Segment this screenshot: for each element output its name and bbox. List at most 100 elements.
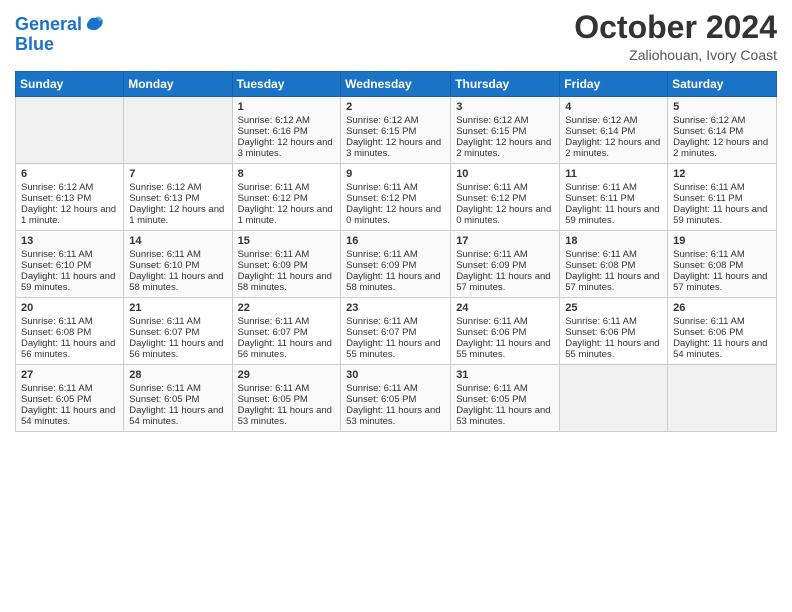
day-number: 31 — [456, 369, 554, 381]
logo-text-line1: General — [15, 15, 82, 35]
col-header-saturday: Saturday — [668, 72, 777, 97]
sunrise-text: Sunrise: 6:11 AM — [346, 249, 445, 260]
calendar-cell: 27Sunrise: 6:11 AMSunset: 6:05 PMDayligh… — [16, 365, 124, 432]
daylight-text: Daylight: 12 hours and 3 minutes. — [238, 137, 336, 159]
sunrise-text: Sunrise: 6:11 AM — [565, 249, 662, 260]
daylight-text: Daylight: 11 hours and 58 minutes. — [238, 271, 336, 293]
daylight-text: Daylight: 11 hours and 57 minutes. — [673, 271, 771, 293]
sunset-text: Sunset: 6:14 PM — [565, 126, 662, 137]
calendar-cell: 6Sunrise: 6:12 AMSunset: 6:13 PMDaylight… — [16, 164, 124, 231]
col-header-sunday: Sunday — [16, 72, 124, 97]
sunrise-text: Sunrise: 6:11 AM — [346, 383, 445, 394]
sunrise-text: Sunrise: 6:11 AM — [456, 182, 554, 193]
day-number: 30 — [346, 369, 445, 381]
week-row-1: 1Sunrise: 6:12 AMSunset: 6:16 PMDaylight… — [16, 97, 777, 164]
sunrise-text: Sunrise: 6:11 AM — [21, 383, 118, 394]
sunrise-text: Sunrise: 6:11 AM — [673, 316, 771, 327]
calendar-cell — [124, 97, 232, 164]
week-row-2: 6Sunrise: 6:12 AMSunset: 6:13 PMDaylight… — [16, 164, 777, 231]
daylight-text: Daylight: 11 hours and 57 minutes. — [456, 271, 554, 293]
daylight-text: Daylight: 11 hours and 54 minutes. — [673, 338, 771, 360]
sunset-text: Sunset: 6:07 PM — [346, 327, 445, 338]
calendar-table: SundayMondayTuesdayWednesdayThursdayFrid… — [15, 71, 777, 432]
day-number: 28 — [129, 369, 226, 381]
sunrise-text: Sunrise: 6:11 AM — [565, 316, 662, 327]
calendar-cell: 14Sunrise: 6:11 AMSunset: 6:10 PMDayligh… — [124, 231, 232, 298]
sunset-text: Sunset: 6:14 PM — [673, 126, 771, 137]
calendar-cell: 22Sunrise: 6:11 AMSunset: 6:07 PMDayligh… — [232, 298, 341, 365]
day-number: 26 — [673, 302, 771, 314]
daylight-text: Daylight: 11 hours and 53 minutes. — [346, 405, 445, 427]
sunset-text: Sunset: 6:07 PM — [129, 327, 226, 338]
calendar-cell: 10 Sunrise: 6:11 AMSunset: 6:12 PMDayligh… — [451, 164, 560, 231]
sunset-text: Sunset: 6:15 PM — [346, 126, 445, 137]
calendar-cell: 8Sunrise: 6:11 AMSunset: 6:12 PMDaylight… — [232, 164, 341, 231]
calendar-cell: 19Sunrise: 6:11 AMSunset: 6:08 PMDayligh… — [668, 231, 777, 298]
sunset-text: Sunset: 6:10 PM — [129, 260, 226, 271]
sunset-text: Sunset: 6:08 PM — [565, 260, 662, 271]
calendar-cell: 28Sunrise: 6:11 AMSunset: 6:05 PMDayligh… — [124, 365, 232, 432]
day-number: 15 — [238, 235, 336, 247]
calendar-cell: 2 Sunrise: 6:12 AMSunset: 6:15 PMDaylight… — [341, 97, 451, 164]
col-header-thursday: Thursday — [451, 72, 560, 97]
sunrise-text: Sunrise: 6:11 AM — [346, 182, 445, 193]
calendar-cell: 15Sunrise: 6:11 AMSunset: 6:09 PMDayligh… — [232, 231, 341, 298]
sunrise-text: Sunrise: 6:11 AM — [673, 182, 771, 193]
calendar-cell: 3Sunrise: 6:12 AMSunset: 6:15 PMDaylight… — [451, 97, 560, 164]
daylight-text: Daylight: 11 hours and 56 minutes. — [129, 338, 226, 360]
calendar-cell: 30Sunrise: 6:11 AMSunset: 6:05 PMDayligh… — [341, 365, 451, 432]
day-number: 10 — [456, 168, 554, 180]
month-year-title: October 2024 — [574, 10, 777, 45]
day-number: 14 — [129, 235, 226, 247]
sunset-text: Sunset: 6:08 PM — [673, 260, 771, 271]
sunset-text: Sunset: 6:12 PM — [346, 193, 445, 204]
day-number: 2 — [346, 101, 445, 113]
day-number: 8 — [238, 168, 336, 180]
sunset-text: Sunset: 6:12 PM — [456, 193, 554, 204]
sunset-text: Sunset: 6:15 PM — [456, 126, 554, 137]
day-number: 6 — [21, 168, 118, 180]
sunrise-text: Sunrise: 6:11 AM — [129, 316, 226, 327]
day-number: 23 — [346, 302, 445, 314]
daylight-text: Daylight: 11 hours and 56 minutes. — [238, 338, 336, 360]
sunset-text: Sunset: 6:10 PM — [21, 260, 118, 271]
sunrise-text: Sunrise: 6:12 AM — [565, 115, 662, 126]
calendar-cell: 24Sunrise: 6:11 AMSunset: 6:06 PMDayligh… — [451, 298, 560, 365]
calendar-cell: 12Sunrise: 6:11 AMSunset: 6:11 PMDayligh… — [668, 164, 777, 231]
sunset-text: Sunset: 6:13 PM — [129, 193, 226, 204]
sunrise-text: Sunrise: 6:12 AM — [129, 182, 226, 193]
daylight-text: Daylight: 11 hours and 59 minutes. — [673, 204, 771, 226]
week-row-5: 27Sunrise: 6:11 AMSunset: 6:05 PMDayligh… — [16, 365, 777, 432]
calendar-cell: 17Sunrise: 6:11 AMSunset: 6:09 PMDayligh… — [451, 231, 560, 298]
col-header-wednesday: Wednesday — [341, 72, 451, 97]
daylight-text: Daylight: 12 hours and 2 minutes. — [456, 137, 554, 159]
week-row-4: 20Sunrise: 6:11 AMSunset: 6:08 PMDayligh… — [16, 298, 777, 365]
sunset-text: Sunset: 6:07 PM — [238, 327, 336, 338]
calendar-cell: 26Sunrise: 6:11 AMSunset: 6:06 PMDayligh… — [668, 298, 777, 365]
sunset-text: Sunset: 6:05 PM — [21, 394, 118, 405]
day-number: 5 — [673, 101, 771, 113]
day-number: 4 — [565, 101, 662, 113]
sunrise-text: Sunrise: 6:11 AM — [456, 383, 554, 394]
calendar-cell: 25Sunrise: 6:11 AMSunset: 6:06 PMDayligh… — [560, 298, 668, 365]
sunset-text: Sunset: 6:11 PM — [673, 193, 771, 204]
sunrise-text: Sunrise: 6:11 AM — [346, 316, 445, 327]
week-row-3: 13Sunrise: 6:11 AMSunset: 6:10 PMDayligh… — [16, 231, 777, 298]
logo: General Blue — [15, 15, 104, 55]
sunrise-text: Sunrise: 6:12 AM — [346, 115, 445, 126]
daylight-text: Daylight: 12 hours and 1 minute. — [238, 204, 336, 226]
calendar-cell: 29Sunrise: 6:11 AMSunset: 6:05 PMDayligh… — [232, 365, 341, 432]
daylight-text: Daylight: 12 hours and 0 minutes. — [456, 204, 554, 226]
daylight-text: Daylight: 12 hours and 3 minutes. — [346, 137, 445, 159]
daylight-text: Daylight: 12 hours and 1 minute. — [129, 204, 226, 226]
page-header: General Blue October 2024 Zaliohouan, Iv… — [15, 10, 777, 63]
sunset-text: Sunset: 6:08 PM — [21, 327, 118, 338]
calendar-cell — [560, 365, 668, 432]
header-row: SundayMondayTuesdayWednesdayThursdayFrid… — [16, 72, 777, 97]
daylight-text: Daylight: 11 hours and 53 minutes. — [456, 405, 554, 427]
calendar-cell: 1Sunrise: 6:12 AMSunset: 6:16 PMDaylight… — [232, 97, 341, 164]
sunset-text: Sunset: 6:05 PM — [456, 394, 554, 405]
sunrise-text: Sunrise: 6:11 AM — [456, 316, 554, 327]
sunset-text: Sunset: 6:05 PM — [238, 394, 336, 405]
day-number: 25 — [565, 302, 662, 314]
